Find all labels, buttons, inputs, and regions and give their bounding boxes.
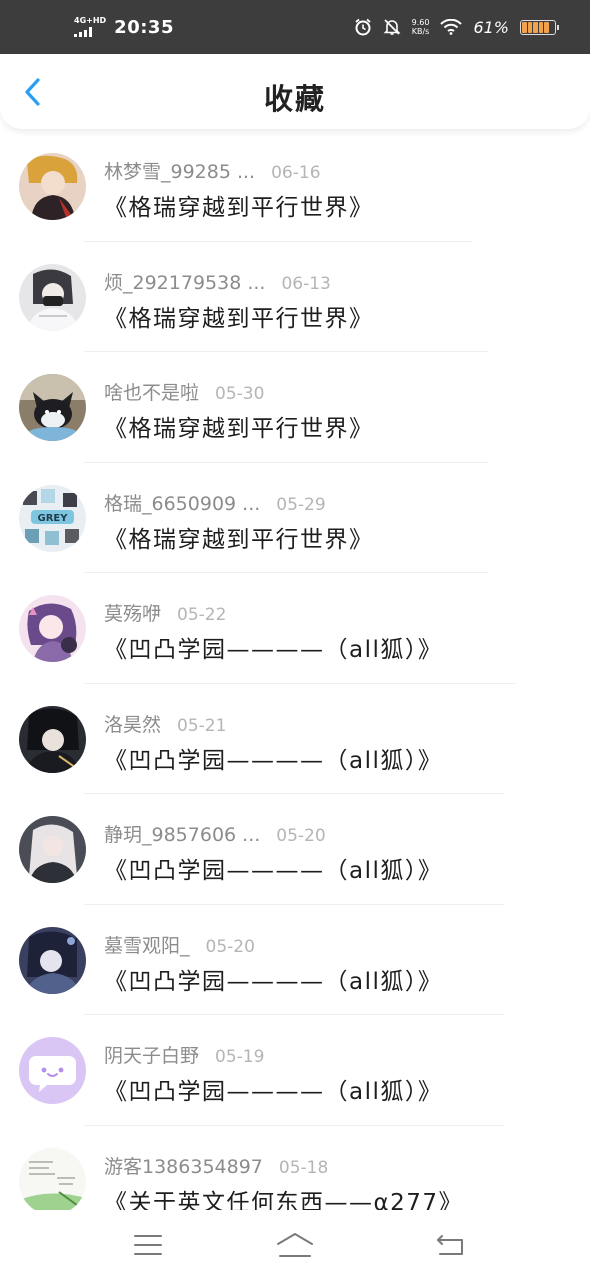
item-meta: 墓雪观阳_ 05-20 [104,931,255,958]
home-icon [277,1233,313,1257]
author-name: 静玥_9857606 ... [104,824,261,846]
author-name: 墓雪观阳_ [104,934,190,957]
avatar[interactable] [19,926,86,994]
item-meta: 啥也不是啦 05-30 [104,378,264,405]
item-meta: 洛昊然 05-21 [104,710,226,737]
clock: 20:35 [114,16,174,38]
favorite-date: 05-20 [276,826,326,846]
alarm-icon [355,18,371,36]
favorite-item[interactable]: 烦_292179538 ... 06-13 《格瑞穿越到平行世界》 [0,242,590,352]
favorite-date: 06-16 [271,163,321,183]
signal-icon [74,27,92,37]
favorite-date: 05-18 [278,1157,329,1178]
avatar[interactable] [19,1147,86,1215]
home-button[interactable] [275,1228,315,1262]
favorite-item[interactable]: GREY 格瑞_6650909 ... 05-29 《格瑞穿越到平行世界》 [0,463,590,573]
author-name: 洛昊然 [104,713,162,736]
status-bar: 4G+HD 20:35 9.60 KB/s 61% [0,0,590,54]
network-indicator: 4G+HD [74,17,106,37]
favorite-item[interactable]: 洛昊然 05-21 《凹凸学园————（all狐）》 [0,684,590,794]
work-title: 《凹凸学园————（all狐）》 [104,858,443,884]
avatar[interactable] [19,374,86,441]
speed-unit: KB/s [411,27,430,36]
svg-text:GREY: GREY [38,513,69,524]
favorite-date: 05-22 [177,605,227,625]
work-title: 《格瑞穿越到平行世界》 [104,195,374,221]
avatar[interactable] [19,816,86,883]
item-meta: 格瑞_6650909 ... 05-29 [104,489,326,516]
back-nav-button[interactable] [430,1228,470,1262]
system-nav-bar [0,1210,590,1280]
work-title: 《格瑞穿越到平行世界》 [104,526,374,553]
work-title: 《凹凸学园————（all狐）》 [104,637,443,663]
item-meta: 游客1386354897 05-18 [104,1152,328,1179]
favorite-item[interactable]: 墓雪观阳_ 05-20 《凹凸学园————（all狐）》 [0,905,590,1015]
avatar[interactable]: GREY [19,484,86,552]
item-meta: 阴天子白野 05-19 [104,1041,264,1068]
author-name: 莫殇咿 [104,603,162,625]
favorite-item[interactable]: 莫殇咿 05-22 《凹凸学园————（all狐）》 [0,573,590,684]
status-left: 4G+HD 20:35 [74,17,174,38]
author-name: 格瑞_6650909 ... [104,492,261,515]
speed-value: 9.60 [411,18,430,27]
author-name: 林梦雪_99285 ... [104,161,256,183]
status-right: 9.60 KB/s 61% [354,17,559,37]
work-title: 《格瑞穿越到平行世界》 [104,305,374,332]
author-name: 啥也不是啦 [104,382,200,404]
avatar[interactable] [19,705,86,773]
favorite-date: 06-13 [281,273,331,294]
favorite-date: 05-30 [215,384,265,404]
mute-icon [383,19,401,35]
battery-icon [520,19,559,35]
author-name: 烦_292179538 ... [104,271,266,294]
favorites-list: 林梦雪_99285 ... 06-16 《格瑞穿越到平行世界》 烦_292179… [0,131,590,1236]
page-title: 收藏 [263,82,326,116]
wifi-icon [440,19,463,35]
item-meta: 林梦雪_99285 ... 06-16 [104,157,321,184]
item-meta: 烦_292179538 ... 06-13 [104,268,331,295]
work-title: 《格瑞穿越到平行世界》 [104,416,374,442]
network-label: 4G+HD [74,16,107,25]
menu-icon [134,1235,162,1255]
avatar[interactable] [19,1037,86,1104]
favorite-date: 05-19 [215,1047,265,1067]
favorite-date: 05-20 [205,936,255,957]
author-name: 阴天子白野 [104,1045,200,1067]
favorite-item[interactable]: 阴天子白野 05-19 《凹凸学园————（all狐）》 [0,1015,590,1126]
favorite-item[interactable]: 静玥_9857606 ... 05-20 《凹凸学园————（all狐）》 [0,794,590,905]
item-meta: 莫殇咿 05-22 [104,599,226,626]
menu-button[interactable] [128,1228,168,1262]
avatar[interactable] [19,595,86,662]
battery-percent: 61% [473,17,509,37]
back-icon [437,1235,463,1255]
work-title: 《凹凸学园————（all狐）》 [104,747,443,774]
item-meta: 静玥_9857606 ... 05-20 [104,820,326,847]
favorite-item[interactable]: 林梦雪_99285 ... 06-16 《格瑞穿越到平行世界》 [0,131,590,242]
work-title: 《凹凸学园————（all狐）》 [104,1079,443,1105]
avatar[interactable] [19,153,86,220]
network-speed: 9.60 KB/s [412,18,430,36]
avatar[interactable] [19,263,86,331]
header: 收藏 [0,54,590,130]
favorite-item[interactable]: 啥也不是啦 05-30 《格瑞穿越到平行世界》 [0,352,590,463]
favorite-date: 05-21 [177,715,227,736]
favorite-date: 05-29 [276,494,326,515]
work-title: 《凹凸学园————（all狐）》 [104,968,443,995]
author-name: 游客1386354897 [104,1155,263,1178]
